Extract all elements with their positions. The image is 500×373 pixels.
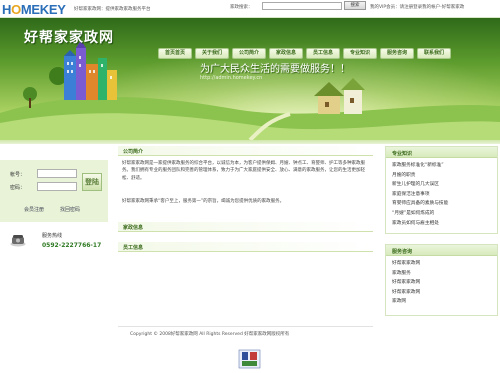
list-item[interactable]: 家政服务标准化“新标准”	[392, 161, 491, 171]
section-housekeeping-info: 家政信息	[118, 222, 373, 232]
nav-staff-info[interactable]: 员工信息	[306, 48, 340, 59]
slogan: 为广大民众生活的需要做服务！！	[200, 64, 350, 75]
knowledge-panel-title: 专业知识	[392, 151, 413, 157]
list-item[interactable]: 家政服务	[392, 269, 491, 279]
list-item[interactable]: 家政员如何与雇主相处	[392, 219, 491, 229]
password-input[interactable]	[37, 182, 77, 191]
site-logo[interactable]: HOMEKEY	[2, 2, 66, 17]
knowledge-panel: 专业知识 家政服务标准化“新标准” 月嫂的职责 新生儿护理的几大误区 家庭保洁注…	[385, 146, 498, 234]
right-sidebar: 专业知识 家政服务标准化“新标准” 月嫂的职责 新生儿护理的几大误区 家庭保洁注…	[385, 146, 498, 321]
footer: Copyright © 2008好帮家家政网 All Rights Reserv…	[118, 326, 373, 340]
section-company-intro: 公司简介	[118, 146, 373, 156]
main-content: 公司简介 好帮家家政网是一家提供家政服务的综合平台，以诚信为本，为客户提供保姆、…	[118, 146, 373, 321]
nav-housekeeping-info[interactable]: 家政信息	[269, 48, 303, 59]
phone-icon	[10, 235, 26, 247]
section-title[interactable]: 公司简介	[123, 148, 143, 155]
top-bar: HOMEKEY 好帮家家政网：提供家政家政服务平台 家政搜索： 搜索 我的VIP…	[0, 0, 500, 18]
list-item[interactable]: 好帮家家政网	[392, 288, 491, 298]
username-input[interactable]	[37, 169, 77, 178]
nav-contact[interactable]: 联系我们	[417, 48, 451, 59]
intro-paragraph: 好帮家家政网是一家提供家政服务的综合平台，以诚信为本，为客户提供保姆、月嫂、钟点…	[122, 161, 365, 181]
vip-link[interactable]: 我的VIP会员：请注册登录我的帐户-好帮家家政	[370, 4, 464, 10]
list-item[interactable]: 好帮家家政网	[392, 278, 491, 288]
service-list: 好帮家家政网 家政服务 好帮家家政网 好帮家家政网 家政网	[386, 256, 497, 307]
contact-phone: 0592-2227766-17	[42, 242, 102, 249]
list-item[interactable]: 家政网	[392, 297, 491, 307]
list-item[interactable]: 家庭保洁注意事项	[392, 190, 491, 200]
password-label: 密码：	[10, 185, 26, 191]
list-item[interactable]: 新生儿护理的几大误区	[392, 180, 491, 190]
certification-badge-icon[interactable]	[238, 349, 261, 369]
intro-paragraph-2: 好帮家家政网秉承“客户至上，服务第一”的宗旨，竭诚为您提供优质的家政服务。	[122, 199, 285, 204]
nav-home[interactable]: 首页首页	[158, 48, 192, 59]
site-title: 好帮家家政网	[24, 30, 114, 46]
left-sidebar: 帐号： 密码： 登陆 会员注册 找回密码 服务热线 0592-2227766-1…	[0, 146, 108, 321]
nav-company[interactable]: 公司简介	[232, 48, 266, 59]
divider-band	[0, 140, 500, 144]
login-box: 帐号： 密码： 登陆 会员注册 找回密码	[0, 160, 108, 222]
search-button[interactable]: 搜索	[344, 1, 366, 10]
register-link[interactable]: 会员注册	[24, 206, 44, 213]
nav-about[interactable]: 关于我们	[195, 48, 229, 59]
main-nav: 首页首页 关于我们 公司简介 家政信息 员工信息 专业知识 服务咨询 联系我们	[158, 48, 451, 59]
banner-url: http://admin.homekey.cn	[200, 75, 263, 81]
list-item[interactable]: 育婴师应具备的素质与技能	[392, 199, 491, 209]
section-staff-info: 员工信息	[118, 242, 373, 252]
username-label: 帐号：	[10, 172, 26, 178]
section-title[interactable]: 员工信息	[123, 244, 143, 251]
login-button[interactable]: 登陆	[82, 173, 102, 191]
list-item[interactable]: “月嫂”是如何炼成的	[392, 209, 491, 219]
service-panel-title: 服务咨询	[392, 249, 413, 255]
copyright-text: Copyright © 2008好帮家家政网 All Rights Reserv…	[130, 332, 290, 337]
list-item[interactable]: 月嫂的职责	[392, 171, 491, 181]
service-panel: 服务咨询 好帮家家政网 家政服务 好帮家家政网 好帮家家政网 家政网	[385, 244, 498, 316]
forgot-password-link[interactable]: 找回密码	[60, 206, 80, 213]
nav-knowledge[interactable]: 专业知识	[343, 48, 377, 59]
search-input[interactable]	[262, 2, 342, 10]
list-item[interactable]: 好帮家家政网	[392, 259, 491, 269]
welcome-text: 好帮家家政网：提供家政家政服务平台	[74, 7, 151, 12]
nav-service[interactable]: 服务咨询	[380, 48, 414, 59]
search-label: 家政搜索：	[230, 5, 253, 10]
contact-title: 服务热线	[42, 233, 63, 239]
knowledge-list: 家政服务标准化“新标准” 月嫂的职责 新生儿护理的几大误区 家庭保洁注意事项 育…	[386, 158, 497, 228]
header-banner: 好帮家家政网 首页首页 关于我们 公司简介 家政信息 员工信息 专业知识 服务咨…	[0, 18, 500, 140]
section-title[interactable]: 家政信息	[123, 224, 143, 231]
